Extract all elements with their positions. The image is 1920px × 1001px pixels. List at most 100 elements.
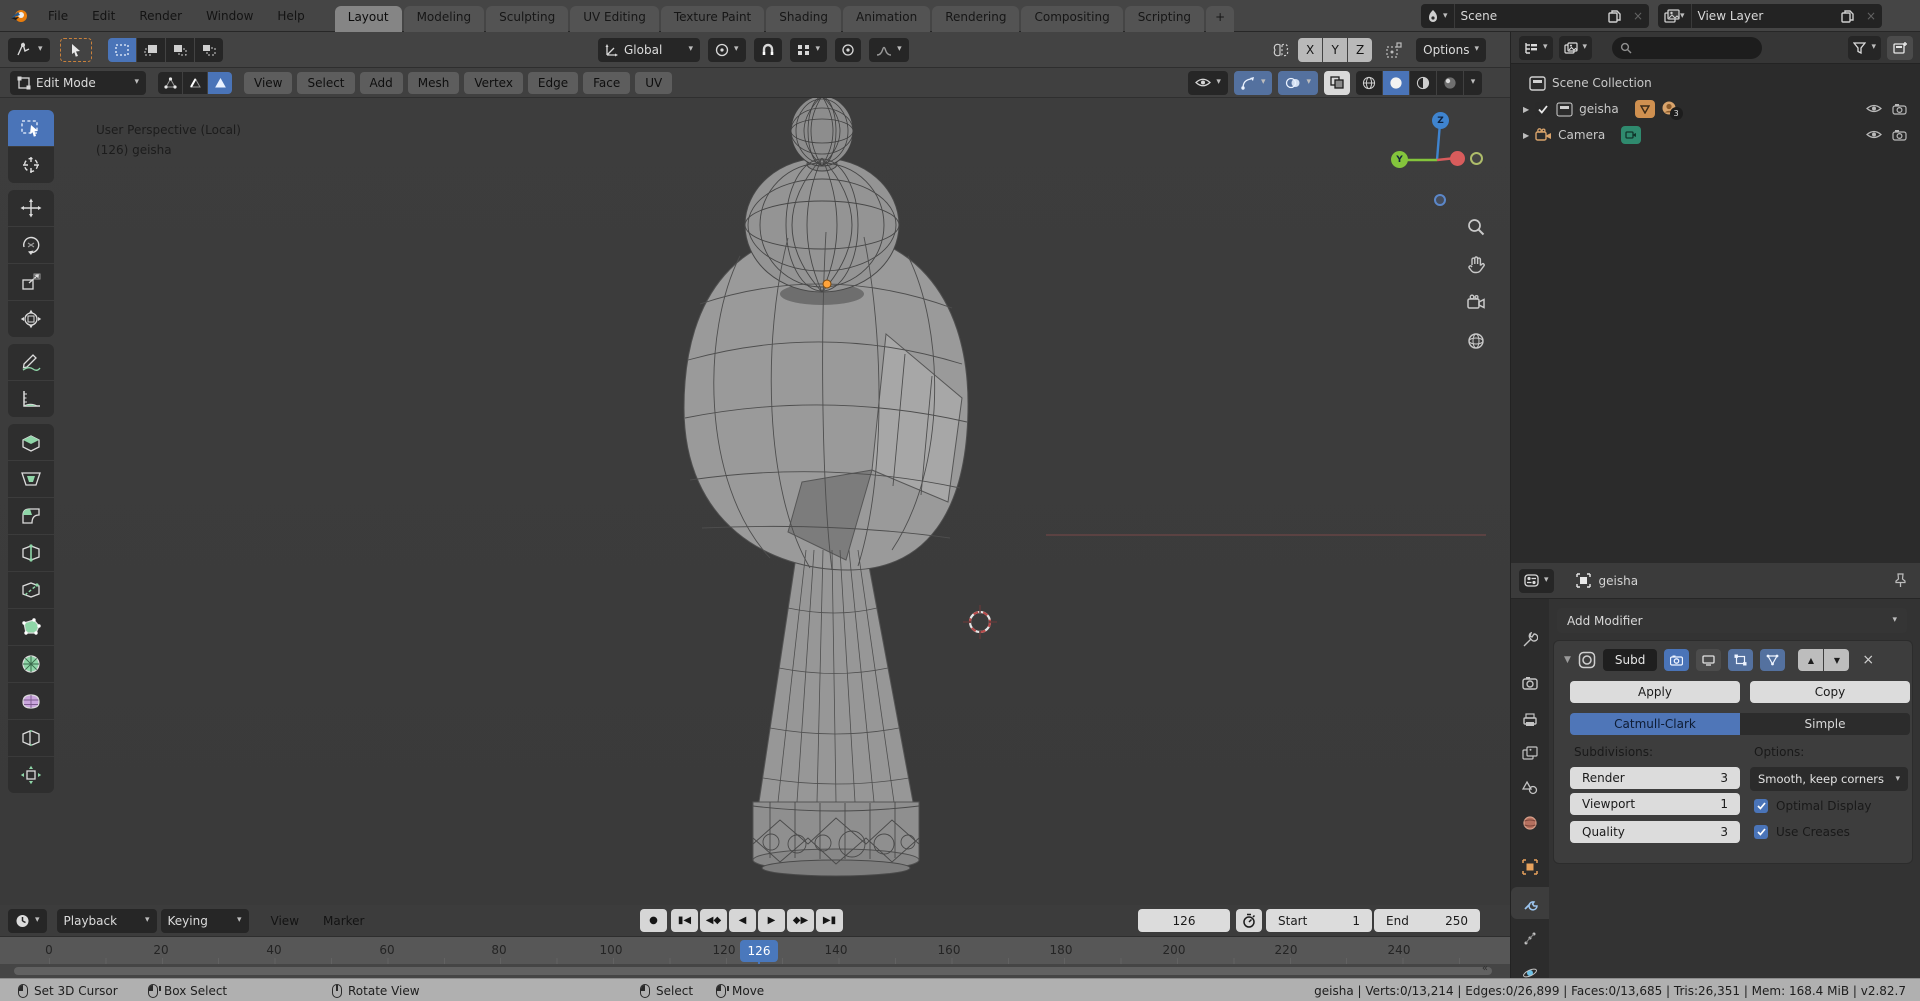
tool-transform[interactable] bbox=[8, 301, 54, 337]
menu-vertex[interactable]: Vertex bbox=[464, 71, 523, 94]
tab-particles[interactable] bbox=[1511, 923, 1549, 955]
blender-logo-icon[interactable] bbox=[10, 7, 30, 25]
tool-rotate[interactable] bbox=[8, 227, 54, 263]
scrollbar-zoom-handle[interactable]: « bbox=[1482, 963, 1488, 974]
tab-scripting[interactable]: Scripting bbox=[1124, 5, 1205, 32]
tool-bevel[interactable] bbox=[8, 498, 54, 534]
mirror-x-button[interactable]: X bbox=[1298, 37, 1323, 62]
menu-select[interactable]: Select bbox=[297, 71, 355, 94]
outliner-row-geisha[interactable]: ▶ geisha 3 bbox=[1511, 96, 1920, 122]
tab-world[interactable] bbox=[1511, 807, 1549, 839]
tool-measure[interactable] bbox=[8, 381, 54, 417]
jump-to-start-button[interactable]: ▮◀ bbox=[671, 909, 698, 932]
tab-shading[interactable]: Shading bbox=[766, 5, 841, 32]
tab-output[interactable] bbox=[1511, 704, 1549, 736]
edge-select-mode-button[interactable] bbox=[183, 71, 207, 94]
select-mode-new-button[interactable] bbox=[107, 37, 136, 62]
panel-expand-icon[interactable]: ▼ bbox=[1564, 655, 1571, 665]
play-reverse-button[interactable]: ◀ bbox=[729, 909, 756, 932]
new-collection-button[interactable] bbox=[1887, 35, 1913, 60]
start-frame-field[interactable]: Start 1 bbox=[1266, 909, 1372, 932]
select-mode-subtract-button[interactable] bbox=[165, 37, 194, 62]
menu-file[interactable]: File bbox=[36, 0, 80, 31]
tool-poly-build[interactable] bbox=[8, 609, 54, 645]
select-mode-intersect-button[interactable] bbox=[194, 37, 223, 62]
viewport-canvas[interactable]: User Perspective (Local) (126) geisha Z … bbox=[0, 98, 1510, 905]
expand-arrow-icon[interactable]: ▶ bbox=[1523, 105, 1529, 114]
select-mode-extend-button[interactable] bbox=[136, 37, 165, 62]
tool-cursor[interactable] bbox=[8, 147, 54, 183]
tool-inset-faces[interactable] bbox=[8, 461, 54, 497]
tab-tool[interactable] bbox=[1511, 624, 1549, 656]
view-layer-copy-icon[interactable] bbox=[1835, 4, 1860, 28]
modifier-delete-button[interactable]: × bbox=[1862, 652, 1874, 668]
outliner-row-camera[interactable]: ▶ Camera bbox=[1511, 122, 1920, 148]
optimal-display-checkbox[interactable] bbox=[1754, 799, 1768, 813]
tool-spin[interactable] bbox=[8, 646, 54, 682]
keying-menu[interactable]: Keying ▾ bbox=[160, 908, 249, 933]
solid-shading-button[interactable] bbox=[1383, 70, 1409, 95]
tab-uv-editing[interactable]: UV Editing bbox=[570, 5, 659, 32]
select-tool-icon[interactable] bbox=[59, 37, 92, 62]
gizmo-x-axis[interactable] bbox=[1450, 151, 1465, 166]
view-layer-icon[interactable]: ▾ bbox=[1658, 4, 1691, 28]
pan-view-icon[interactable] bbox=[1464, 253, 1488, 277]
menu-help[interactable]: Help bbox=[265, 0, 316, 31]
tool-scale[interactable] bbox=[8, 264, 54, 300]
playback-menu[interactable]: Playback ▾ bbox=[56, 908, 157, 933]
modifier-name-field[interactable]: Subd bbox=[1602, 649, 1658, 671]
material-shading-button[interactable] bbox=[1410, 70, 1436, 95]
perspective-toggle-icon[interactable] bbox=[1464, 329, 1488, 353]
disable-render-camera-icon[interactable] bbox=[1892, 103, 1907, 115]
tool-loop-cut[interactable] bbox=[8, 535, 54, 571]
tab-compositing[interactable]: Compositing bbox=[1021, 5, 1123, 32]
menu-mesh[interactable]: Mesh bbox=[407, 71, 460, 94]
tool-select-box[interactable] bbox=[8, 110, 54, 146]
modifier-render-toggle[interactable] bbox=[1664, 649, 1690, 671]
outliner-display-mode-dropdown[interactable]: ▾ bbox=[1558, 35, 1593, 60]
timeline-view-menu[interactable]: View bbox=[271, 914, 299, 928]
tab-animation[interactable]: Animation bbox=[843, 5, 931, 32]
wireframe-shading-button[interactable] bbox=[1356, 70, 1382, 95]
use-preview-range-toggle[interactable] bbox=[1236, 909, 1262, 932]
expand-arrow-icon[interactable]: ▶ bbox=[1523, 131, 1529, 140]
snap-target-icon[interactable] bbox=[1380, 38, 1408, 62]
simple-button[interactable]: Simple bbox=[1740, 713, 1910, 735]
pin-icon[interactable] bbox=[1894, 573, 1907, 588]
modifier-oncage-toggle[interactable] bbox=[1760, 649, 1786, 671]
filter-dropdown[interactable]: ▾ bbox=[1848, 35, 1881, 60]
menu-render[interactable]: Render bbox=[127, 0, 194, 31]
gizmo-z-negative[interactable] bbox=[1434, 194, 1446, 206]
mode-dropdown[interactable]: Edit Mode ▾ bbox=[10, 70, 146, 95]
tool-move[interactable] bbox=[8, 190, 54, 226]
hide-viewport-eye-icon[interactable] bbox=[1866, 129, 1882, 140]
rendered-shading-button[interactable] bbox=[1437, 70, 1463, 95]
render-subdivisions-field[interactable]: Render 3 bbox=[1570, 767, 1740, 789]
zoom-view-icon[interactable] bbox=[1464, 215, 1488, 239]
timeline-marker-menu[interactable]: Marker bbox=[323, 914, 364, 928]
disable-render-camera-icon[interactable] bbox=[1892, 129, 1907, 141]
gizmo-y-axis[interactable]: Y bbox=[1391, 151, 1408, 168]
current-frame-field[interactable]: 126 bbox=[1138, 909, 1230, 932]
navigation-gizmo[interactable]: Z Y bbox=[1385, 105, 1495, 215]
next-keyframe-button[interactable]: ◆▶ bbox=[787, 909, 814, 932]
proportional-editing-icon[interactable] bbox=[835, 37, 862, 62]
quality-field[interactable]: Quality 3 bbox=[1570, 821, 1740, 843]
view-layer-name[interactable]: View Layer bbox=[1692, 4, 1835, 28]
jump-to-end-button[interactable]: ▶▮ bbox=[816, 909, 843, 932]
timeline-ruler[interactable]: 0 20 40 60 80 100 120 140 160 180 200 22… bbox=[0, 936, 1510, 964]
catmull-clark-button[interactable]: Catmull-Clark bbox=[1570, 713, 1740, 735]
menu-add[interactable]: Add bbox=[359, 71, 403, 94]
mirror-z-button[interactable]: Z bbox=[1348, 37, 1373, 62]
timeline-scrollbar[interactable]: « bbox=[14, 963, 1492, 975]
menu-uv[interactable]: UV bbox=[635, 71, 673, 94]
timeline-editor-type-dropdown[interactable]: ▾ bbox=[8, 908, 47, 933]
use-creases-checkbox[interactable] bbox=[1754, 825, 1768, 839]
scene-name[interactable]: Scene bbox=[1455, 4, 1602, 28]
gizmo-x-negative[interactable] bbox=[1470, 152, 1483, 165]
snap-magnet-icon[interactable] bbox=[753, 37, 782, 62]
collection-checkbox[interactable] bbox=[1535, 101, 1551, 117]
record-button[interactable]: ● bbox=[640, 909, 667, 932]
menu-face[interactable]: Face bbox=[583, 71, 631, 94]
tab-sculpting[interactable]: Sculpting bbox=[486, 5, 569, 32]
